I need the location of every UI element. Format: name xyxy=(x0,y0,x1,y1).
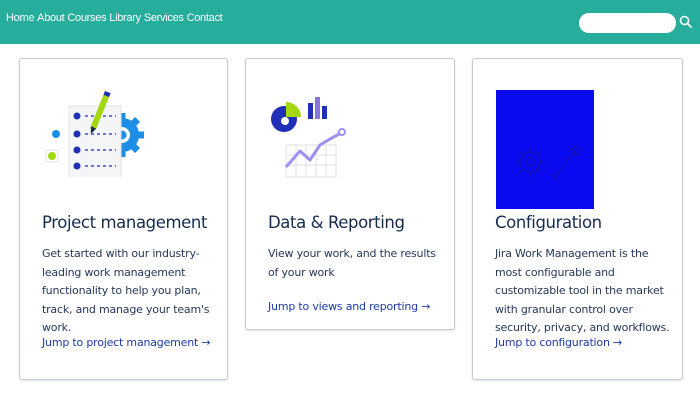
search-input[interactable] xyxy=(579,13,676,33)
card-title: Configuration xyxy=(495,213,602,232)
nav-link-courses[interactable]: Courses xyxy=(67,12,106,24)
card-title: Project management xyxy=(42,213,208,232)
card-configuration: Configuration Jira Work Management is th… xyxy=(472,58,683,380)
card-description: Jira Work Management is the most configu… xyxy=(495,247,670,335)
nav-link-library[interactable]: Library xyxy=(109,12,141,24)
card-data-reporting: Data & Reporting View your work, and the… xyxy=(245,58,455,330)
jump-to-project-management-link[interactable]: Jump to project management → xyxy=(42,336,211,349)
jump-to-configuration-link[interactable]: Jump to configuration → xyxy=(495,336,622,349)
card-project-management: Project management Get started with our … xyxy=(19,58,228,380)
nav-link-contact[interactable]: Contact xyxy=(187,12,223,24)
nav-link-services[interactable]: Services xyxy=(144,12,184,24)
card-description: Get started with our industry-leading wo… xyxy=(42,247,210,335)
checklist-gear-illustration xyxy=(40,87,150,179)
card-title: Data & Reporting xyxy=(268,213,405,232)
nav-link-home[interactable]: Home xyxy=(6,12,34,24)
jump-to-views-reporting-link[interactable]: Jump to views and reporting → xyxy=(268,300,430,313)
gears-illustration xyxy=(496,90,594,209)
top-navigation-bar: Home About Courses Library Services Cont… xyxy=(0,0,700,44)
main-nav: Home About Courses Library Services Cont… xyxy=(6,12,223,24)
search-icon[interactable] xyxy=(678,14,694,30)
charts-illustration xyxy=(268,95,358,180)
nav-link-about[interactable]: About xyxy=(37,12,65,24)
card-description: View your work, and the results of your … xyxy=(268,247,436,279)
